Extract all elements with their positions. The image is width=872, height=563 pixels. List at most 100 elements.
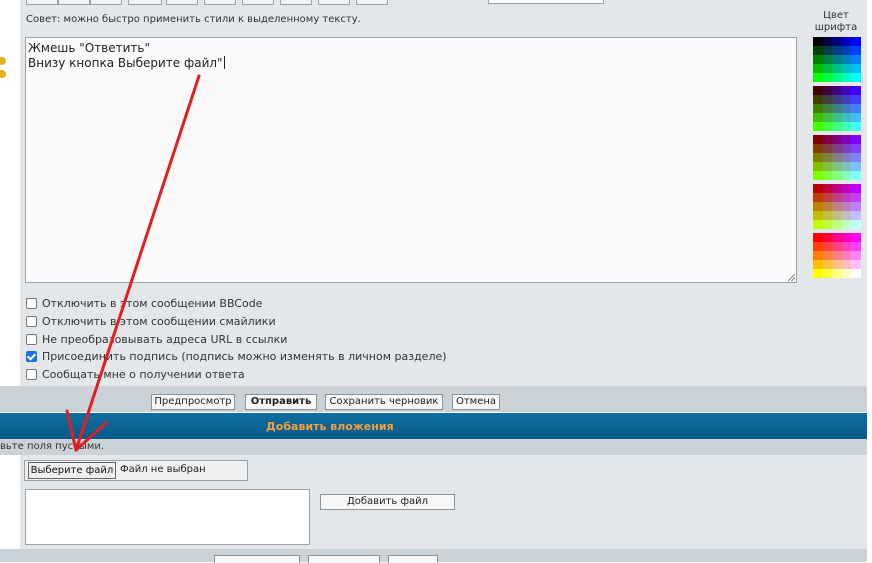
color-swatch[interactable] [813, 260, 823, 269]
color-swatch[interactable] [841, 269, 852, 278]
color-swatch[interactable] [813, 251, 823, 260]
color-swatch[interactable] [832, 135, 842, 144]
color-swatch[interactable] [851, 211, 861, 220]
color-swatch[interactable] [832, 64, 842, 73]
color-swatch[interactable] [832, 260, 842, 269]
color-swatch[interactable] [822, 104, 833, 113]
checkbox[interactable] [26, 369, 37, 380]
color-swatch[interactable] [832, 86, 842, 95]
color-swatch[interactable] [832, 269, 842, 278]
color-swatch[interactable] [841, 95, 852, 104]
color-swatch[interactable] [841, 153, 852, 162]
option-notify[interactable]: Сообщать мне о получении ответа [26, 368, 245, 381]
color-swatch[interactable] [841, 104, 852, 113]
color-swatch[interactable] [851, 202, 861, 211]
add-file-button[interactable]: Добавить файл [320, 494, 455, 510]
color-swatch[interactable] [813, 104, 823, 113]
color-swatch[interactable] [832, 46, 842, 55]
color-swatch[interactable] [822, 211, 833, 220]
checkbox[interactable] [26, 334, 37, 345]
color-swatch[interactable] [822, 113, 833, 122]
color-swatch[interactable] [841, 184, 852, 193]
color-swatch[interactable] [851, 233, 861, 242]
color-swatch[interactable] [813, 73, 823, 82]
color-swatch[interactable] [832, 144, 842, 153]
color-swatch[interactable] [832, 251, 842, 260]
color-swatch[interactable] [822, 135, 833, 144]
color-swatch[interactable] [832, 73, 842, 82]
color-swatch[interactable] [822, 153, 833, 162]
color-swatch[interactable] [813, 55, 823, 64]
color-swatch[interactable] [822, 220, 833, 229]
color-swatch[interactable] [841, 144, 852, 153]
color-swatch[interactable] [832, 202, 842, 211]
color-swatch[interactable] [813, 144, 823, 153]
color-swatch[interactable] [813, 269, 823, 278]
color-swatch[interactable] [851, 171, 861, 180]
color-swatch[interactable] [851, 193, 861, 202]
color-swatch[interactable] [822, 122, 833, 131]
color-swatch[interactable] [832, 153, 842, 162]
color-swatch[interactable] [851, 95, 861, 104]
preview-button[interactable]: Предпросмотр [151, 394, 235, 410]
toolbar-button[interactable] [166, 0, 198, 5]
toolbar-button[interactable] [90, 0, 122, 5]
color-palette[interactable] [813, 37, 861, 278]
attachment-comment-textarea[interactable] [25, 489, 310, 545]
choose-file-button[interactable]: Выберите файл [28, 462, 116, 479]
color-swatch[interactable] [851, 184, 861, 193]
checkbox-checked[interactable] [26, 351, 37, 362]
color-swatch[interactable] [841, 86, 852, 95]
toolbar-button[interactable] [128, 0, 162, 5]
color-swatch[interactable] [822, 202, 833, 211]
color-swatch[interactable] [851, 242, 861, 251]
color-swatch[interactable] [822, 242, 833, 251]
color-swatch[interactable] [822, 46, 833, 55]
color-swatch[interactable] [813, 184, 823, 193]
color-swatch[interactable] [841, 73, 852, 82]
color-swatch[interactable] [832, 55, 842, 64]
color-swatch[interactable] [841, 162, 852, 171]
color-swatch[interactable] [813, 37, 823, 46]
color-swatch[interactable] [851, 220, 861, 229]
color-swatch[interactable] [832, 242, 842, 251]
color-swatch[interactable] [813, 171, 823, 180]
color-swatch[interactable] [832, 193, 842, 202]
color-swatch[interactable] [813, 242, 823, 251]
color-swatch[interactable] [813, 95, 823, 104]
color-swatch[interactable] [832, 104, 842, 113]
color-swatch[interactable] [813, 153, 823, 162]
color-swatch[interactable] [851, 37, 861, 46]
color-swatch[interactable] [813, 211, 823, 220]
color-swatch[interactable] [851, 153, 861, 162]
color-swatch[interactable] [822, 260, 833, 269]
toolbar-button[interactable] [204, 0, 236, 5]
color-swatch[interactable] [851, 122, 861, 131]
color-swatch[interactable] [841, 122, 852, 131]
color-swatch[interactable] [822, 55, 833, 64]
color-swatch[interactable] [841, 55, 852, 64]
color-swatch[interactable] [822, 73, 833, 82]
color-swatch[interactable] [851, 46, 861, 55]
color-swatch[interactable] [822, 86, 833, 95]
color-swatch[interactable] [832, 122, 842, 131]
save-draft-button[interactable]: Сохранить черновик [325, 394, 443, 410]
color-swatch[interactable] [851, 144, 861, 153]
color-swatch[interactable] [822, 193, 833, 202]
color-swatch[interactable] [822, 162, 833, 171]
color-swatch[interactable] [832, 211, 842, 220]
color-swatch[interactable] [841, 135, 852, 144]
option-disable-bbcode[interactable]: Отключить в этом сообщении BBCode [26, 297, 262, 310]
color-swatch[interactable] [851, 64, 861, 73]
color-swatch[interactable] [813, 46, 823, 55]
color-swatch[interactable] [822, 251, 833, 260]
color-swatch[interactable] [813, 122, 823, 131]
color-swatch[interactable] [832, 171, 842, 180]
color-swatch[interactable] [822, 269, 833, 278]
resize-handle-icon[interactable] [788, 274, 795, 281]
color-swatch[interactable] [813, 113, 823, 122]
font-size-select[interactable] [488, 0, 604, 4]
color-swatch[interactable] [813, 220, 823, 229]
color-swatch[interactable] [851, 135, 861, 144]
color-swatch[interactable] [851, 73, 861, 82]
